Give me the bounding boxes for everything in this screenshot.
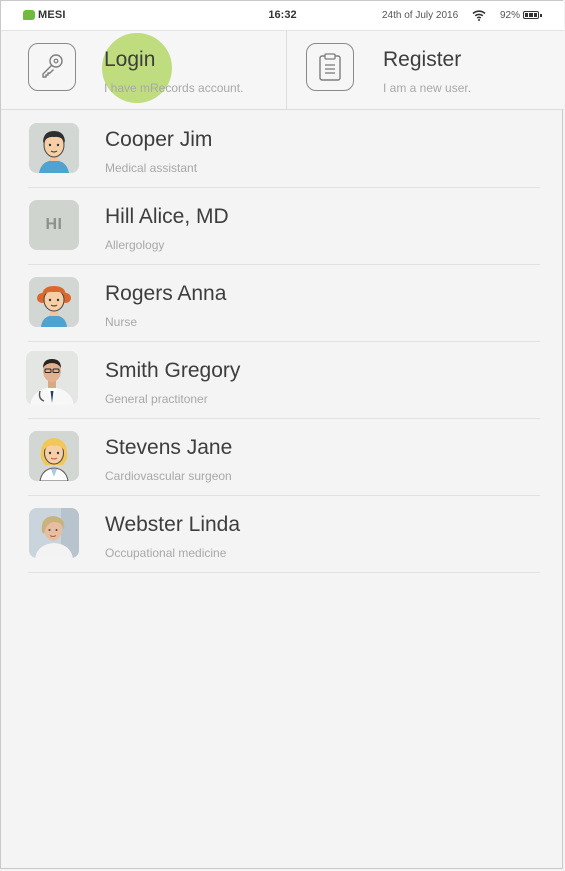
battery-percent: 92%	[500, 10, 521, 21]
user-role: General practitoner	[105, 392, 208, 406]
user-name: Smith Gregory	[105, 359, 241, 382]
user-row-stevens-jane[interactable]: Stevens Jane Cardiovascular surgeon	[1, 419, 564, 496]
user-name: Cooper Jim	[105, 128, 213, 151]
login-title: Login	[104, 48, 156, 71]
user-row-rogers-anna[interactable]: Rogers Anna Nurse	[1, 265, 564, 342]
avatar-photo	[29, 508, 79, 558]
app-window: MESI 16:32 24th of July 2016 92% Login I	[0, 0, 564, 869]
user-role: Medical assistant	[105, 161, 198, 175]
avatar-photo	[26, 351, 78, 405]
avatar	[29, 431, 79, 481]
doctor-photo-woman-icon	[29, 508, 79, 558]
user-role: Allergology	[105, 238, 165, 252]
user-role: Occupational medicine	[105, 546, 227, 560]
register-subtitle: I am a new user.	[383, 81, 472, 95]
user-role: Nurse	[105, 315, 138, 329]
auth-actions: Login I have mRecords account. Register …	[1, 31, 564, 110]
avatar-initials-text: HI	[45, 216, 63, 233]
login-subtitle: I have mRecords account.	[104, 81, 244, 95]
user-row-smith-gregory[interactable]: Smith Gregory General practitoner	[1, 342, 564, 419]
user-role: Cardiovascular surgeon	[105, 469, 232, 483]
user-list: Cooper Jim Medical assistant HI Hill Ali…	[1, 111, 564, 573]
user-name: Stevens Jane	[105, 436, 233, 459]
avatar-initials: HI	[29, 200, 79, 250]
cartoon-man-icon	[29, 123, 79, 173]
register-title: Register	[383, 48, 462, 71]
register-button[interactable]: Register I am a new user.	[287, 31, 565, 109]
avatar	[29, 123, 79, 173]
cartoon-blonde-icon	[29, 431, 79, 481]
user-row-webster-linda[interactable]: Webster Linda Occupational medicine	[1, 496, 564, 573]
user-row-cooper-jim[interactable]: Cooper Jim Medical assistant	[1, 111, 564, 188]
doctor-photo-icon	[26, 351, 78, 405]
status-bar: MESI 16:32 24th of July 2016 92%	[1, 1, 564, 31]
user-row-hill-alice[interactable]: HI Hill Alice, MD Allergology	[1, 188, 564, 265]
login-button[interactable]: Login I have mRecords account.	[1, 31, 281, 109]
cartoon-redhead-icon	[29, 277, 79, 327]
avatar	[29, 277, 79, 327]
status-date: 24th of July 2016	[382, 10, 459, 21]
user-name: Webster Linda	[105, 513, 241, 536]
user-name: Rogers Anna	[105, 282, 227, 305]
key-icon	[28, 43, 76, 91]
clipboard-icon	[306, 43, 354, 91]
user-name: Hill Alice, MD	[105, 205, 229, 228]
battery-icon	[523, 11, 542, 19]
wifi-icon	[472, 10, 486, 21]
